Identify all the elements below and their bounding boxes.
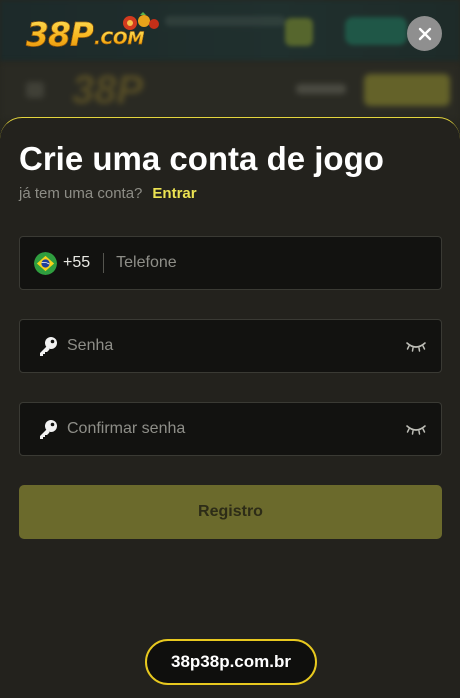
login-link[interactable]: Entrar (152, 185, 196, 202)
phone-divider (103, 253, 105, 273)
country-code[interactable]: +55 (63, 254, 90, 272)
key-icon (40, 337, 57, 356)
eye-closed-icon[interactable] (405, 422, 427, 436)
password-field[interactable] (19, 319, 442, 373)
close-button[interactable] (407, 16, 442, 51)
register-modal: Crie uma conta de jogo já tem uma conta?… (0, 117, 460, 698)
have-account-text: já tem uma conta? (19, 185, 143, 202)
password-input[interactable] (67, 320, 405, 372)
brazil-flag-icon[interactable] (34, 251, 57, 275)
logo-decoration-icon (123, 12, 159, 30)
close-icon (418, 27, 431, 40)
register-button[interactable]: Registro (19, 485, 442, 539)
phone-input[interactable] (116, 237, 441, 289)
confirm-password-field[interactable] (19, 402, 442, 456)
key-icon (40, 420, 57, 439)
login-prompt: já tem uma conta? Entrar (19, 185, 197, 202)
phone-field[interactable]: +55 (19, 236, 442, 290)
confirm-password-input[interactable] (67, 403, 405, 455)
modal-title: Crie uma conta de jogo (19, 140, 384, 177)
eye-closed-icon[interactable] (405, 339, 427, 353)
background-header: 38P (0, 62, 460, 120)
logo-main-text: 38P (26, 14, 95, 54)
background-logo: 38P (72, 68, 144, 112)
domain-badge: 38p38p.com.br (145, 639, 317, 685)
site-logo: 38P .COM (26, 12, 159, 54)
